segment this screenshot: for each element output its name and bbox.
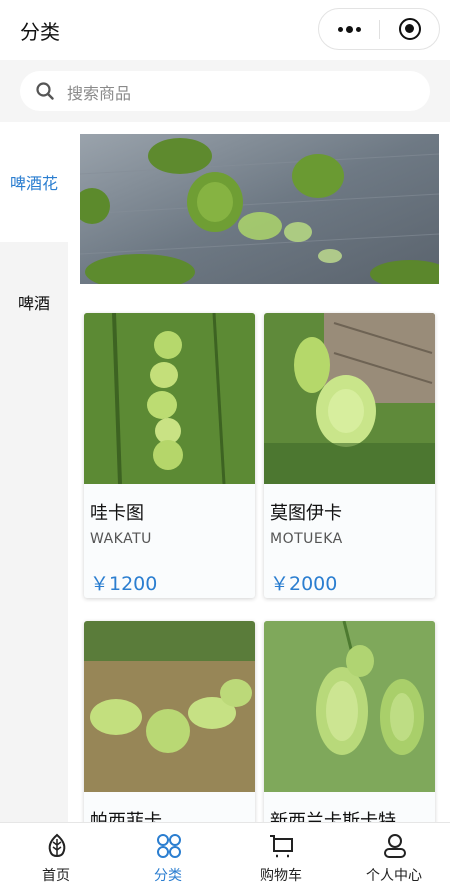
nav-header: 分类: [0, 0, 450, 60]
page-title: 分类: [20, 20, 60, 44]
banner-image[interactable]: [80, 134, 439, 284]
tab-home[interactable]: 首页: [0, 823, 112, 892]
tab-category[interactable]: 分类: [112, 823, 224, 892]
product-name: 哇卡图: [90, 503, 144, 524]
product-card[interactable]: 莫图伊卡 MOTUEKA ￥2000: [264, 313, 435, 598]
tab-label: 分类: [154, 868, 182, 884]
product-card[interactable]: 哇卡图 WAKATU ￥1200: [84, 313, 255, 598]
product-name: 新西兰卡斯卡特: [270, 811, 396, 822]
product-card[interactable]: 新西兰卡斯卡特: [264, 621, 435, 822]
search-icon: [36, 82, 54, 100]
product-image: [264, 621, 435, 792]
sidebar-item-label: 啤酒: [17, 294, 50, 313]
tab-label: 首页: [42, 868, 70, 884]
product-price: ￥1200: [90, 573, 158, 595]
home-leaf-icon: [48, 833, 66, 857]
category-sidebar: 啤酒花 啤酒: [0, 122, 68, 822]
bottom-tab-bar: 首页 分类 购物车 个人中心: [0, 822, 450, 892]
target-circle-icon[interactable]: [399, 18, 421, 40]
search-bar-area: 搜索商品: [0, 60, 450, 122]
product-price: ￥2000: [270, 573, 338, 595]
tab-label: 个人中心: [366, 868, 422, 884]
menu-capsule: [318, 8, 440, 50]
sidebar-item-hops[interactable]: 啤酒花: [0, 122, 68, 242]
product-name: 帕西菲卡: [90, 811, 162, 822]
sidebar-item-label: 啤酒花: [9, 174, 58, 193]
capsule-divider: [379, 20, 380, 39]
user-icon: [384, 834, 406, 858]
search-placeholder: 搜索商品: [67, 84, 132, 103]
product-english-name: MOTUEKA: [270, 531, 343, 547]
cart-icon: [270, 835, 293, 858]
category-icon: [157, 834, 181, 858]
tab-label: 购物车: [260, 868, 302, 884]
product-area: 哇卡图 WAKATU ￥1200 莫图伊卡 MOTUEKA ￥2000 帕西菲卡…: [68, 122, 450, 822]
tab-cart[interactable]: 购物车: [225, 823, 337, 892]
more-dots-icon[interactable]: [319, 9, 379, 49]
tab-profile[interactable]: 个人中心: [338, 823, 450, 892]
product-image: [84, 313, 255, 484]
search-input[interactable]: 搜索商品: [20, 71, 430, 111]
product-english-name: WAKATU: [90, 531, 152, 547]
product-name: 莫图伊卡: [270, 503, 342, 524]
product-card[interactable]: 帕西菲卡: [84, 621, 255, 822]
sidebar-item-beer[interactable]: 啤酒: [0, 242, 68, 362]
product-image: [84, 621, 255, 792]
product-image: [264, 313, 435, 484]
